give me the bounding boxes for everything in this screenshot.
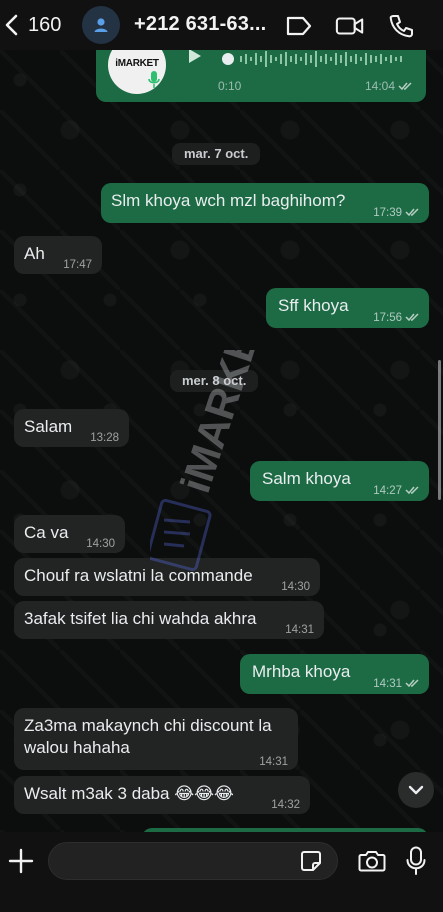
message-bubble-incoming[interactable]: Salam 13:28: [14, 409, 129, 447]
message-time: 14:31: [373, 673, 421, 695]
read-ticks-icon: [405, 208, 419, 217]
message-time: 14:31: [259, 756, 288, 768]
waveform[interactable]: [222, 50, 412, 70]
label-button[interactable]: [284, 12, 314, 40]
mic-small-icon: [148, 71, 160, 88]
person-icon: [94, 18, 108, 32]
sticker-icon[interactable]: [300, 850, 322, 872]
message-text: Ah: [24, 244, 45, 263]
phone-icon: [389, 15, 413, 38]
message-text: Slm khoya wch mzl baghihom?: [111, 191, 346, 210]
voice-time: 14:04: [365, 79, 414, 93]
voice-thumbnail-text: iMARKET: [115, 58, 159, 69]
message-time: 14:30: [86, 538, 115, 550]
chevron-down-icon: [408, 785, 424, 795]
message-time: 17:39: [373, 202, 421, 224]
date-separator: mer. 8 oct.: [170, 370, 259, 392]
message-bubble-incoming[interactable]: Ca va 14:30: [14, 515, 125, 553]
message-bubble-incoming[interactable]: Za3ma makaynch chi discount la walou hah…: [14, 708, 298, 770]
message-text: Ca va: [24, 523, 69, 542]
message-bubble-outgoing[interactable]: Salm khoya 14:27: [250, 461, 429, 501]
message-bubble-incoming[interactable]: Ah 17:47: [14, 236, 102, 274]
voice-message-bubble[interactable]: iMARKET 0:10 14:04: [96, 50, 426, 102]
avatar[interactable]: [82, 6, 120, 44]
read-ticks-icon: [398, 82, 412, 91]
message-text: Za3ma makaynch chi discount la walou hah…: [24, 716, 272, 757]
unread-count: 160: [28, 13, 62, 36]
composer-bar: [0, 832, 443, 912]
scrollbar[interactable]: [438, 360, 441, 500]
message-bubble-incoming[interactable]: Chouf ra wslatni la commande 14:30: [14, 558, 320, 596]
date-separator: mar. 7 oct.: [172, 143, 261, 165]
chevron-left-icon: [5, 14, 18, 36]
chat-header: 160 +212 631-63...: [0, 0, 443, 50]
message-text: Wsalt m3ak 3 daba 😂😂😂: [24, 784, 234, 803]
message-bubble-incoming[interactable]: Wsalt m3ak 3 daba 😂😂😂 14:32: [14, 776, 310, 814]
voice-duration: 0:10: [218, 79, 242, 93]
message-text: Mrhba khoya: [252, 662, 351, 681]
message-time: 17:47: [63, 259, 92, 271]
message-time: 14:30: [281, 581, 310, 593]
message-text: Chouf ra wslatni la commande: [24, 566, 253, 585]
message-time: 14:31: [285, 624, 314, 636]
message-text: Sff khoya: [278, 296, 349, 315]
voice-call-button[interactable]: [386, 12, 416, 40]
message-text: Salm khoya: [262, 469, 351, 488]
play-icon[interactable]: [188, 50, 202, 64]
chat-area[interactable]: iMARKET 0:10 14:04 mar. 7 oct. Slm khoya…: [0, 50, 443, 832]
scroll-down-button[interactable]: [398, 772, 434, 808]
video-icon: [335, 17, 364, 35]
message-time: 14:32: [271, 799, 300, 811]
message-input[interactable]: [48, 842, 338, 880]
message-time: 14:27: [373, 480, 421, 502]
read-ticks-icon: [405, 313, 419, 322]
plus-icon[interactable]: [8, 848, 34, 874]
camera-icon[interactable]: [358, 849, 386, 873]
contact-name[interactable]: +212 631-63...: [134, 13, 266, 36]
message-bubble-outgoing[interactable]: Sff khoya 17:56: [266, 288, 429, 328]
message-bubble-incoming[interactable]: 3afak tsifet lia chi wahda akhra 14:31: [14, 601, 324, 639]
back-button[interactable]: 160: [4, 10, 64, 40]
message-bubble-outgoing[interactable]: Mrhba khoya 14:31: [240, 654, 429, 694]
read-ticks-icon: [405, 486, 419, 495]
message-time: 17:56: [373, 307, 421, 329]
message-text: Salam: [24, 417, 73, 436]
message-text: 3afak tsifet lia chi wahda akhra: [24, 609, 257, 628]
read-ticks-icon: [405, 679, 419, 688]
message-time: 13:28: [90, 432, 119, 444]
microphone-icon[interactable]: [406, 846, 426, 876]
message-bubble-outgoing[interactable]: Slm khoya wch mzl baghihom? 17:39: [101, 183, 429, 223]
video-call-button[interactable]: [335, 12, 365, 40]
label-icon: [286, 16, 312, 36]
